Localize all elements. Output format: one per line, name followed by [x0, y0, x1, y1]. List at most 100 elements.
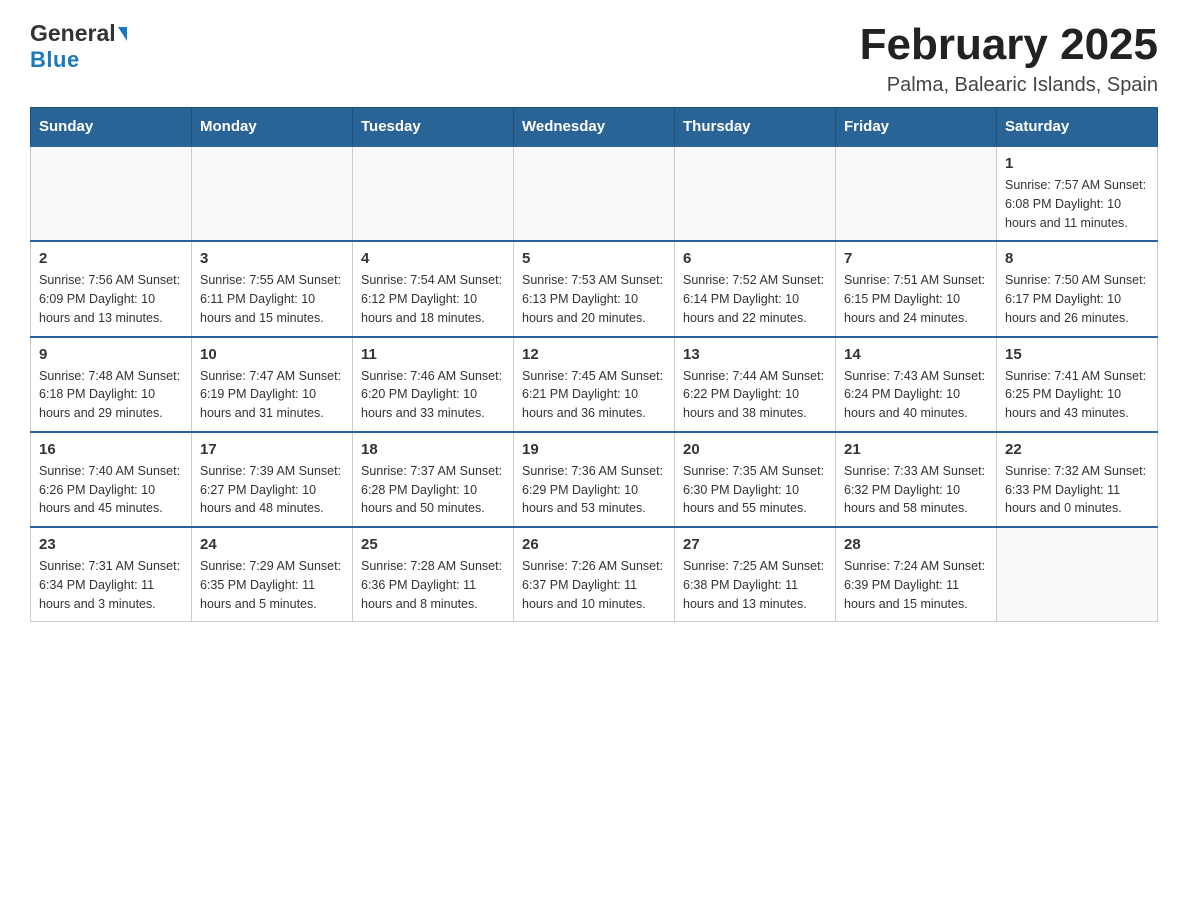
calendar-cell: 11 Sunrise: 7:46 AM Sunset: 6:20 PM Dayli…: [353, 337, 514, 432]
day-info: Sunrise: 7:35 AM Sunset: 6:30 PM Dayligh…: [683, 462, 827, 518]
calendar-cell: 22 Sunrise: 7:32 AM Sunset: 6:33 PM Dayli…: [997, 432, 1158, 527]
day-of-week-header: Wednesday: [514, 108, 675, 147]
day-info: Sunrise: 7:33 AM Sunset: 6:32 PM Dayligh…: [844, 462, 988, 518]
day-info: Sunrise: 7:45 AM Sunset: 6:21 PM Dayligh…: [522, 367, 666, 423]
calendar-cell: 4 Sunrise: 7:54 AM Sunset: 6:12 PM Daylig…: [353, 241, 514, 336]
calendar-cell: [353, 146, 514, 241]
day-number: 12: [522, 346, 666, 363]
day-number: 22: [1005, 441, 1149, 458]
day-number: 3: [200, 250, 344, 267]
calendar-week-row: 16Sunrise: 7:40 AM Sunset: 6:26 PM Dayli…: [31, 432, 1158, 527]
calendar-body: 1 Sunrise: 7:57 AM Sunset: 6:08 PM Daylig…: [31, 146, 1158, 622]
day-info: Sunrise: 7:40 AM Sunset: 6:26 PM Dayligh…: [39, 462, 183, 518]
logo-blue-text: Blue: [30, 47, 80, 73]
calendar-cell: 2Sunrise: 7:56 AM Sunset: 6:09 PM Daylig…: [31, 241, 192, 336]
calendar-subtitle: Palma, Balearic Islands, Spain: [860, 74, 1158, 97]
day-info: Sunrise: 7:52 AM Sunset: 6:14 PM Dayligh…: [683, 271, 827, 327]
calendar-cell: 9 Sunrise: 7:48 AM Sunset: 6:18 PM Daylig…: [31, 337, 192, 432]
day-info: Sunrise: 7:29 AM Sunset: 6:35 PM Dayligh…: [200, 557, 344, 613]
day-of-week-header: Monday: [192, 108, 353, 147]
day-info: Sunrise: 7:25 AM Sunset: 6:38 PM Dayligh…: [683, 557, 827, 613]
calendar-cell: 7Sunrise: 7:51 AM Sunset: 6:15 PM Daylig…: [836, 241, 997, 336]
day-of-week-header: Saturday: [997, 108, 1158, 147]
calendar-week-row: 2Sunrise: 7:56 AM Sunset: 6:09 PM Daylig…: [31, 241, 1158, 336]
day-number: 1: [1005, 155, 1149, 172]
day-info: Sunrise: 7:31 AM Sunset: 6:34 PM Dayligh…: [39, 557, 183, 613]
calendar-cell: 8Sunrise: 7:50 AM Sunset: 6:17 PM Daylig…: [997, 241, 1158, 336]
calendar-header: SundayMondayTuesdayWednesdayThursdayFrid…: [31, 108, 1158, 147]
day-info: Sunrise: 7:55 AM Sunset: 6:11 PM Dayligh…: [200, 271, 344, 327]
day-info: Sunrise: 7:48 AM Sunset: 6:18 PM Dayligh…: [39, 367, 183, 423]
day-number: 20: [683, 441, 827, 458]
calendar-cell: 20 Sunrise: 7:35 AM Sunset: 6:30 PM Dayli…: [675, 432, 836, 527]
calendar-cell: 19 Sunrise: 7:36 AM Sunset: 6:29 PM Dayli…: [514, 432, 675, 527]
calendar-cell: 5 Sunrise: 7:53 AM Sunset: 6:13 PM Daylig…: [514, 241, 675, 336]
day-number: 5: [522, 250, 666, 267]
calendar-cell: 25Sunrise: 7:28 AM Sunset: 6:36 PM Dayli…: [353, 527, 514, 622]
calendar-cell: 16Sunrise: 7:40 AM Sunset: 6:26 PM Dayli…: [31, 432, 192, 527]
day-number: 15: [1005, 346, 1149, 363]
day-number: 7: [844, 250, 988, 267]
calendar-cell: 21 Sunrise: 7:33 AM Sunset: 6:32 PM Dayli…: [836, 432, 997, 527]
calendar-cell: 15Sunrise: 7:41 AM Sunset: 6:25 PM Dayli…: [997, 337, 1158, 432]
day-number: 4: [361, 250, 505, 267]
day-info: Sunrise: 7:39 AM Sunset: 6:27 PM Dayligh…: [200, 462, 344, 518]
logo-triangle-icon: [118, 27, 127, 41]
day-info: Sunrise: 7:44 AM Sunset: 6:22 PM Dayligh…: [683, 367, 827, 423]
calendar-cell: 14Sunrise: 7:43 AM Sunset: 6:24 PM Dayli…: [836, 337, 997, 432]
day-of-week-header: Sunday: [31, 108, 192, 147]
calendar-cell: 12 Sunrise: 7:45 AM Sunset: 6:21 PM Dayli…: [514, 337, 675, 432]
calendar-cell: [836, 146, 997, 241]
calendar-cell: 10 Sunrise: 7:47 AM Sunset: 6:19 PM Dayli…: [192, 337, 353, 432]
calendar-week-row: 9 Sunrise: 7:48 AM Sunset: 6:18 PM Daylig…: [31, 337, 1158, 432]
day-info: Sunrise: 7:24 AM Sunset: 6:39 PM Dayligh…: [844, 557, 988, 613]
calendar-cell: 17Sunrise: 7:39 AM Sunset: 6:27 PM Dayli…: [192, 432, 353, 527]
calendar-cell: [997, 527, 1158, 622]
day-number: 2: [39, 250, 183, 267]
day-of-week-header: Friday: [836, 108, 997, 147]
day-number: 19: [522, 441, 666, 458]
day-number: 6: [683, 250, 827, 267]
calendar-cell: 18 Sunrise: 7:37 AM Sunset: 6:28 PM Dayli…: [353, 432, 514, 527]
day-info: Sunrise: 7:54 AM Sunset: 6:12 PM Dayligh…: [361, 271, 505, 327]
day-info: Sunrise: 7:57 AM Sunset: 6:08 PM Dayligh…: [1005, 176, 1149, 232]
day-info: Sunrise: 7:50 AM Sunset: 6:17 PM Dayligh…: [1005, 271, 1149, 327]
day-number: 18: [361, 441, 505, 458]
calendar-cell: 27Sunrise: 7:25 AM Sunset: 6:38 PM Dayli…: [675, 527, 836, 622]
calendar-title: February 2025: [860, 20, 1158, 70]
day-info: Sunrise: 7:26 AM Sunset: 6:37 PM Dayligh…: [522, 557, 666, 613]
page-header: General Blue February 2025 Palma, Balear…: [30, 20, 1158, 97]
day-info: Sunrise: 7:53 AM Sunset: 6:13 PM Dayligh…: [522, 271, 666, 327]
day-number: 23: [39, 536, 183, 553]
day-of-week-header: Thursday: [675, 108, 836, 147]
calendar-cell: 28 Sunrise: 7:24 AM Sunset: 6:39 PM Dayli…: [836, 527, 997, 622]
day-of-week-header: Tuesday: [353, 108, 514, 147]
day-number: 10: [200, 346, 344, 363]
calendar-cell: 13 Sunrise: 7:44 AM Sunset: 6:22 PM Dayli…: [675, 337, 836, 432]
day-info: Sunrise: 7:46 AM Sunset: 6:20 PM Dayligh…: [361, 367, 505, 423]
day-info: Sunrise: 7:37 AM Sunset: 6:28 PM Dayligh…: [361, 462, 505, 518]
day-number: 28: [844, 536, 988, 553]
calendar-cell: [675, 146, 836, 241]
day-number: 9: [39, 346, 183, 363]
header-row: SundayMondayTuesdayWednesdayThursdayFrid…: [31, 108, 1158, 147]
calendar-cell: [514, 146, 675, 241]
day-number: 11: [361, 346, 505, 363]
logo: General Blue: [30, 20, 127, 73]
calendar-cell: 23 Sunrise: 7:31 AM Sunset: 6:34 PM Dayli…: [31, 527, 192, 622]
day-number: 14: [844, 346, 988, 363]
day-info: Sunrise: 7:36 AM Sunset: 6:29 PM Dayligh…: [522, 462, 666, 518]
calendar-cell: 24 Sunrise: 7:29 AM Sunset: 6:35 PM Dayli…: [192, 527, 353, 622]
day-info: Sunrise: 7:32 AM Sunset: 6:33 PM Dayligh…: [1005, 462, 1149, 518]
calendar-cell: [192, 146, 353, 241]
day-number: 24: [200, 536, 344, 553]
calendar-table: SundayMondayTuesdayWednesdayThursdayFrid…: [30, 107, 1158, 622]
title-block: February 2025 Palma, Balearic Islands, S…: [860, 20, 1158, 97]
calendar-cell: [31, 146, 192, 241]
day-number: 13: [683, 346, 827, 363]
day-number: 21: [844, 441, 988, 458]
calendar-cell: 26Sunrise: 7:26 AM Sunset: 6:37 PM Dayli…: [514, 527, 675, 622]
day-info: Sunrise: 7:47 AM Sunset: 6:19 PM Dayligh…: [200, 367, 344, 423]
day-info: Sunrise: 7:28 AM Sunset: 6:36 PM Dayligh…: [361, 557, 505, 613]
calendar-week-row: 1 Sunrise: 7:57 AM Sunset: 6:08 PM Daylig…: [31, 146, 1158, 241]
